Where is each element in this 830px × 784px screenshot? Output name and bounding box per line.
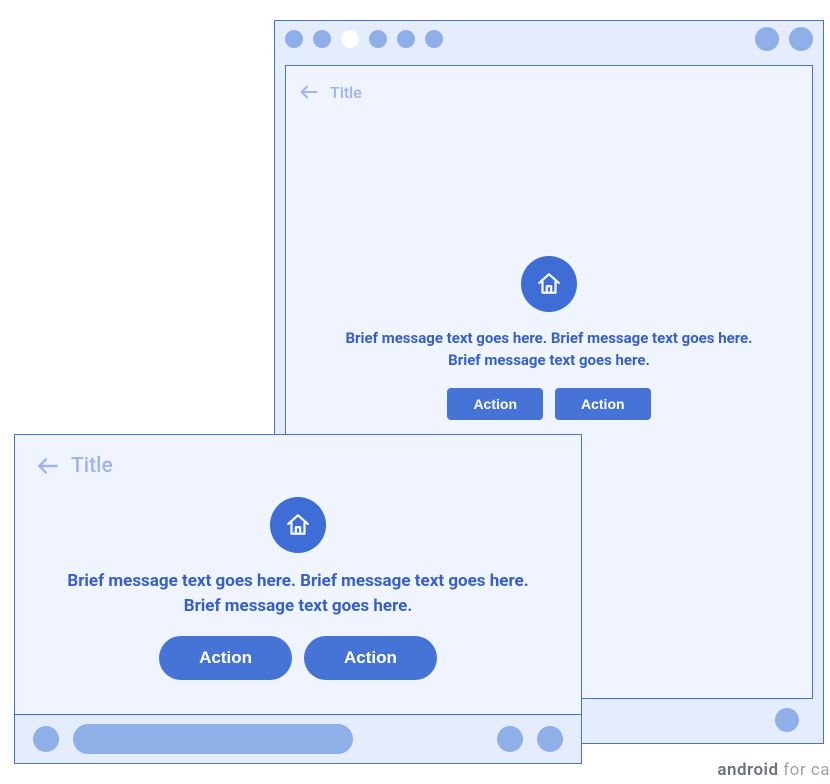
message-text: Brief message text goes here. Brief mess…: [58, 569, 538, 618]
action-button[interactable]: Action: [304, 636, 437, 680]
device-mock-landscape: Title Brief message text goes here. Brie…: [14, 434, 582, 764]
app-bar-title: Title: [330, 83, 362, 102]
app-bar: Title: [15, 435, 581, 497]
back-icon[interactable]: [35, 453, 61, 479]
watermark-rest: for ca: [779, 760, 830, 780]
nav-dot[interactable]: [775, 708, 799, 732]
action-row: Action Action: [447, 388, 650, 420]
watermark: android for ca: [717, 760, 830, 780]
home-icon: [270, 497, 326, 553]
status-dot: [285, 30, 303, 48]
nav-bar: [15, 715, 581, 763]
app-bar-title: Title: [71, 454, 113, 478]
status-dot: [755, 27, 779, 51]
nav-dot[interactable]: [33, 726, 59, 752]
watermark-brand: android: [717, 760, 778, 780]
message-block: Brief message text goes here. Brief mess…: [286, 256, 812, 420]
nav-pill[interactable]: [73, 724, 353, 754]
message-block: Brief message text goes here. Brief mess…: [15, 497, 581, 680]
action-button[interactable]: Action: [447, 388, 543, 420]
nav-dot[interactable]: [537, 726, 563, 752]
status-dot: [369, 30, 387, 48]
status-dot: [313, 30, 331, 48]
status-dots-right: [755, 27, 813, 51]
status-bar: [275, 21, 823, 57]
action-button[interactable]: Action: [159, 636, 292, 680]
app-surface: Title Brief message text goes here. Brie…: [15, 435, 581, 715]
status-dot: [425, 30, 443, 48]
app-bar: Title: [286, 66, 812, 118]
action-row: Action Action: [159, 636, 437, 680]
status-dot: [397, 30, 415, 48]
action-button[interactable]: Action: [555, 388, 651, 420]
status-dot: [789, 27, 813, 51]
nav-dot[interactable]: [497, 726, 523, 752]
back-icon[interactable]: [298, 81, 320, 103]
home-icon: [521, 256, 577, 312]
message-text: Brief message text goes here. Brief mess…: [339, 328, 759, 372]
status-dots-left: [285, 30, 443, 48]
status-dot: [341, 30, 359, 48]
